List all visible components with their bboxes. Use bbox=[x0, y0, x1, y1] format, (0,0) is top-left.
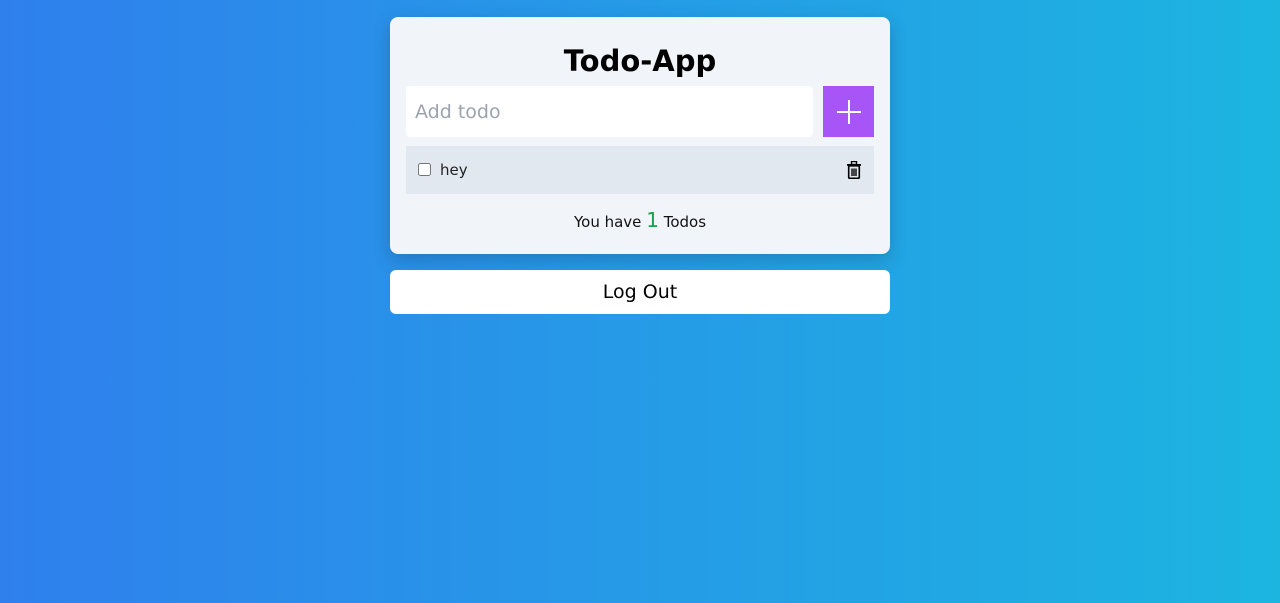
delete-todo-button[interactable] bbox=[846, 160, 862, 180]
todo-count-summary: You have 1 Todos bbox=[390, 208, 890, 234]
todo-card: Todo-App hey You have 1 Todos bbox=[390, 17, 890, 254]
add-todo-button[interactable] bbox=[823, 86, 874, 137]
todo-item: hey bbox=[406, 146, 874, 194]
summary-prefix: You have bbox=[573, 213, 642, 231]
app-title: Todo-App bbox=[563, 44, 717, 78]
todo-text: hey bbox=[440, 161, 468, 179]
add-todo-input[interactable] bbox=[406, 86, 813, 137]
todo-checkbox[interactable] bbox=[418, 163, 431, 176]
trash-icon bbox=[847, 160, 861, 180]
logout-button[interactable]: Log Out bbox=[390, 270, 890, 314]
summary-suffix: Todos bbox=[663, 213, 707, 231]
plus-icon bbox=[836, 99, 861, 124]
todo-count: 1 bbox=[646, 208, 659, 232]
